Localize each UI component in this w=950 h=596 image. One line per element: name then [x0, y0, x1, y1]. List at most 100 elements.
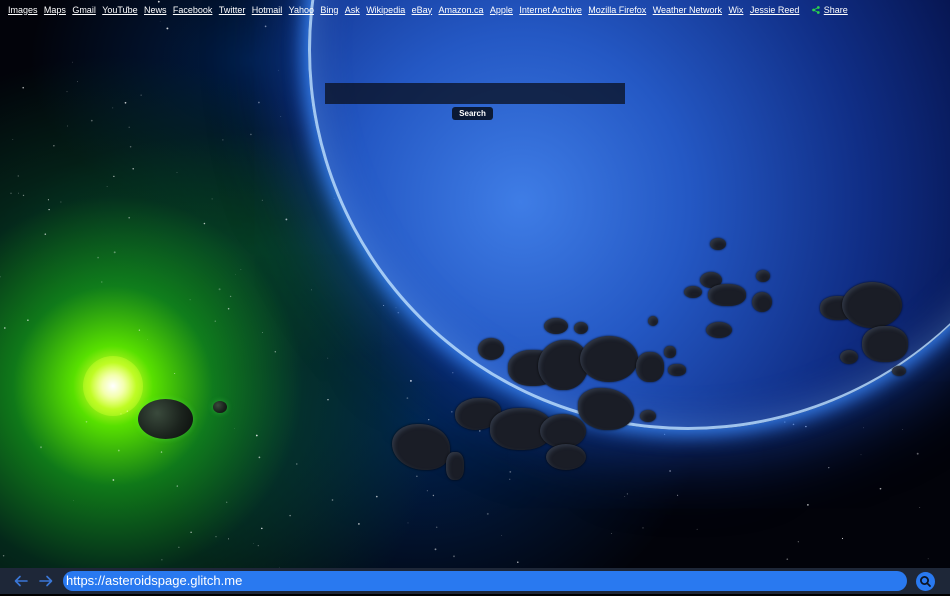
- star: [902, 429, 904, 430]
- search-input[interactable]: [325, 83, 625, 104]
- star: [12, 139, 14, 140]
- star: [289, 514, 291, 517]
- link-maps[interactable]: Maps: [44, 5, 66, 15]
- link-twitter[interactable]: Twitter: [219, 5, 246, 15]
- star: [261, 527, 263, 530]
- star: [406, 397, 409, 399]
- star: [90, 119, 93, 122]
- star: [113, 175, 115, 177]
- star: [60, 201, 62, 203]
- star: [626, 493, 628, 495]
- link-wikipedia[interactable]: Wikipedia: [366, 5, 405, 15]
- star: [501, 535, 503, 537]
- star: [253, 543, 254, 544]
- star: [178, 546, 180, 548]
- asteroid: [752, 292, 772, 312]
- share-link[interactable]: Share: [811, 5, 848, 15]
- star: [311, 289, 312, 291]
- star: [0, 276, 1, 278]
- link-yahoo[interactable]: Yahoo: [289, 5, 314, 15]
- asteroid: [640, 410, 656, 422]
- link-hotmail[interactable]: Hotmail: [252, 5, 283, 15]
- star: [229, 295, 232, 298]
- link-youtube[interactable]: YouTube: [102, 5, 137, 15]
- link-apple[interactable]: Apple: [490, 5, 513, 15]
- star: [375, 495, 378, 498]
- asteroid: [540, 414, 586, 448]
- asteroid: [574, 322, 588, 334]
- star: [48, 208, 50, 211]
- asteroid: [546, 444, 586, 470]
- link-amazon-ca[interactable]: Amazon.ca: [439, 5, 484, 15]
- star: [17, 175, 20, 177]
- arrow-right-icon[interactable]: [38, 574, 54, 588]
- star: [624, 495, 626, 497]
- star: [264, 25, 267, 28]
- star: [132, 167, 134, 170]
- star: [828, 467, 830, 469]
- star: [453, 555, 455, 558]
- star: [517, 561, 519, 564]
- star: [176, 485, 178, 487]
- asteroid: [842, 282, 902, 328]
- link-facebook[interactable]: Facebook: [173, 5, 213, 15]
- star: [22, 194, 25, 197]
- star: [176, 172, 178, 174]
- star: [72, 500, 74, 501]
- star: [211, 198, 213, 200]
- asteroid: [706, 322, 732, 338]
- star: [428, 419, 430, 421]
- search-icon[interactable]: [916, 572, 935, 591]
- link-internet-archive[interactable]: Internet Archive: [519, 5, 582, 15]
- star: [879, 487, 882, 490]
- star: [18, 192, 19, 194]
- star: [434, 548, 437, 551]
- link-mozilla-firefox[interactable]: Mozilla Firefox: [588, 5, 646, 15]
- star: [409, 379, 412, 382]
- link-weather-network[interactable]: Weather Network: [653, 5, 722, 15]
- star: [805, 425, 807, 428]
- link-ebay[interactable]: eBay: [412, 5, 433, 15]
- star: [333, 198, 335, 200]
- star: [140, 94, 142, 96]
- asteroid: [580, 336, 638, 382]
- asteroid: [756, 270, 770, 282]
- star: [106, 186, 108, 187]
- star: [841, 537, 844, 540]
- link-news[interactable]: News: [144, 5, 167, 15]
- star: [40, 446, 42, 449]
- star: [669, 470, 672, 472]
- link-ask[interactable]: Ask: [345, 5, 360, 15]
- star: [696, 528, 698, 530]
- url-field[interactable]: https://asteroidspage.glitch.me: [63, 571, 907, 591]
- link-bing[interactable]: Bing: [320, 5, 338, 15]
- link-images[interactable]: Images: [8, 5, 38, 15]
- star: [47, 199, 49, 201]
- star: [860, 454, 862, 456]
- star: [807, 504, 809, 506]
- star: [190, 531, 192, 534]
- star: [147, 339, 148, 341]
- star: [2, 555, 5, 557]
- link-gmail[interactable]: Gmail: [72, 5, 96, 15]
- star: [285, 218, 288, 221]
- quick-links-bar: Images Maps Gmail YouTube News Facebook Twitte…: [8, 3, 848, 16]
- star: [174, 373, 176, 374]
- search-button[interactable]: Search: [452, 107, 493, 120]
- star: [258, 101, 260, 104]
- star: [509, 478, 511, 480]
- star: [435, 526, 438, 528]
- star: [161, 559, 163, 561]
- asteroid: [664, 346, 676, 358]
- asteroid: [636, 352, 664, 382]
- star: [226, 501, 228, 503]
- asteroid: [892, 366, 906, 376]
- link-jessie-reed[interactable]: Jessie Reed: [750, 5, 800, 15]
- star: [240, 268, 242, 270]
- star: [274, 351, 276, 353]
- link-wix[interactable]: Wix: [728, 5, 743, 15]
- star: [128, 126, 130, 128]
- arrow-left-icon[interactable]: [13, 574, 29, 588]
- star: [663, 433, 666, 436]
- star: [77, 81, 78, 83]
